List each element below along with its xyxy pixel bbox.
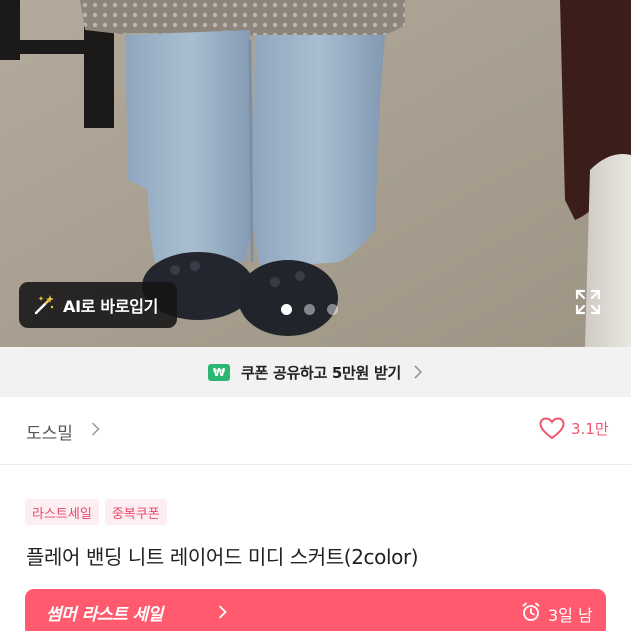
chevron-right-icon	[414, 365, 423, 379]
product-photo[interactable]: AI로 바로입기	[0, 0, 631, 347]
like-button[interactable]: 3.1만	[539, 417, 609, 440]
carousel-dot-1[interactable]	[281, 304, 292, 315]
chevron-right-icon[interactable]	[91, 422, 100, 436]
seller-row: 도스밀 3.1만	[0, 397, 631, 465]
tag-stackable-coupon: 중복쿠폰	[104, 499, 167, 525]
alarm-clock-icon	[522, 602, 540, 621]
product-title: 플레어 밴딩 니트 레이어드 미디 스커트(2color)	[26, 545, 419, 569]
product-tags: 라스트세일 중복쿠폰	[25, 499, 167, 525]
heart-icon	[539, 417, 565, 440]
chevron-right-icon	[218, 605, 227, 619]
like-count: 3.1만	[571, 420, 609, 438]
expand-icon[interactable]	[575, 289, 601, 315]
coupon-share-banner[interactable]: ₩ 쿠폰 공유하고 5만원 받기	[0, 347, 631, 397]
carousel-indicator	[281, 304, 338, 315]
carousel-dot-2[interactable]	[304, 304, 315, 315]
ai-button-label: AI로 바로입기	[63, 297, 159, 316]
ai-try-on-button[interactable]: AI로 바로입기	[19, 282, 177, 328]
seller-name[interactable]: 도스밀	[26, 419, 73, 444]
summer-sale-banner[interactable]: 썸머 라스트 세일 3일 남음	[25, 589, 606, 631]
tag-last-sale: 라스트세일	[25, 499, 99, 525]
won-icon: ₩	[208, 363, 231, 381]
carousel-dot-3[interactable]	[327, 304, 338, 315]
magic-wand-icon	[34, 295, 54, 315]
coupon-text: 쿠폰 공유하고 5만원 받기	[241, 363, 401, 382]
days-left: 3일 남음	[548, 606, 593, 631]
sale-label: 썸머 라스트 세일	[46, 605, 163, 625]
